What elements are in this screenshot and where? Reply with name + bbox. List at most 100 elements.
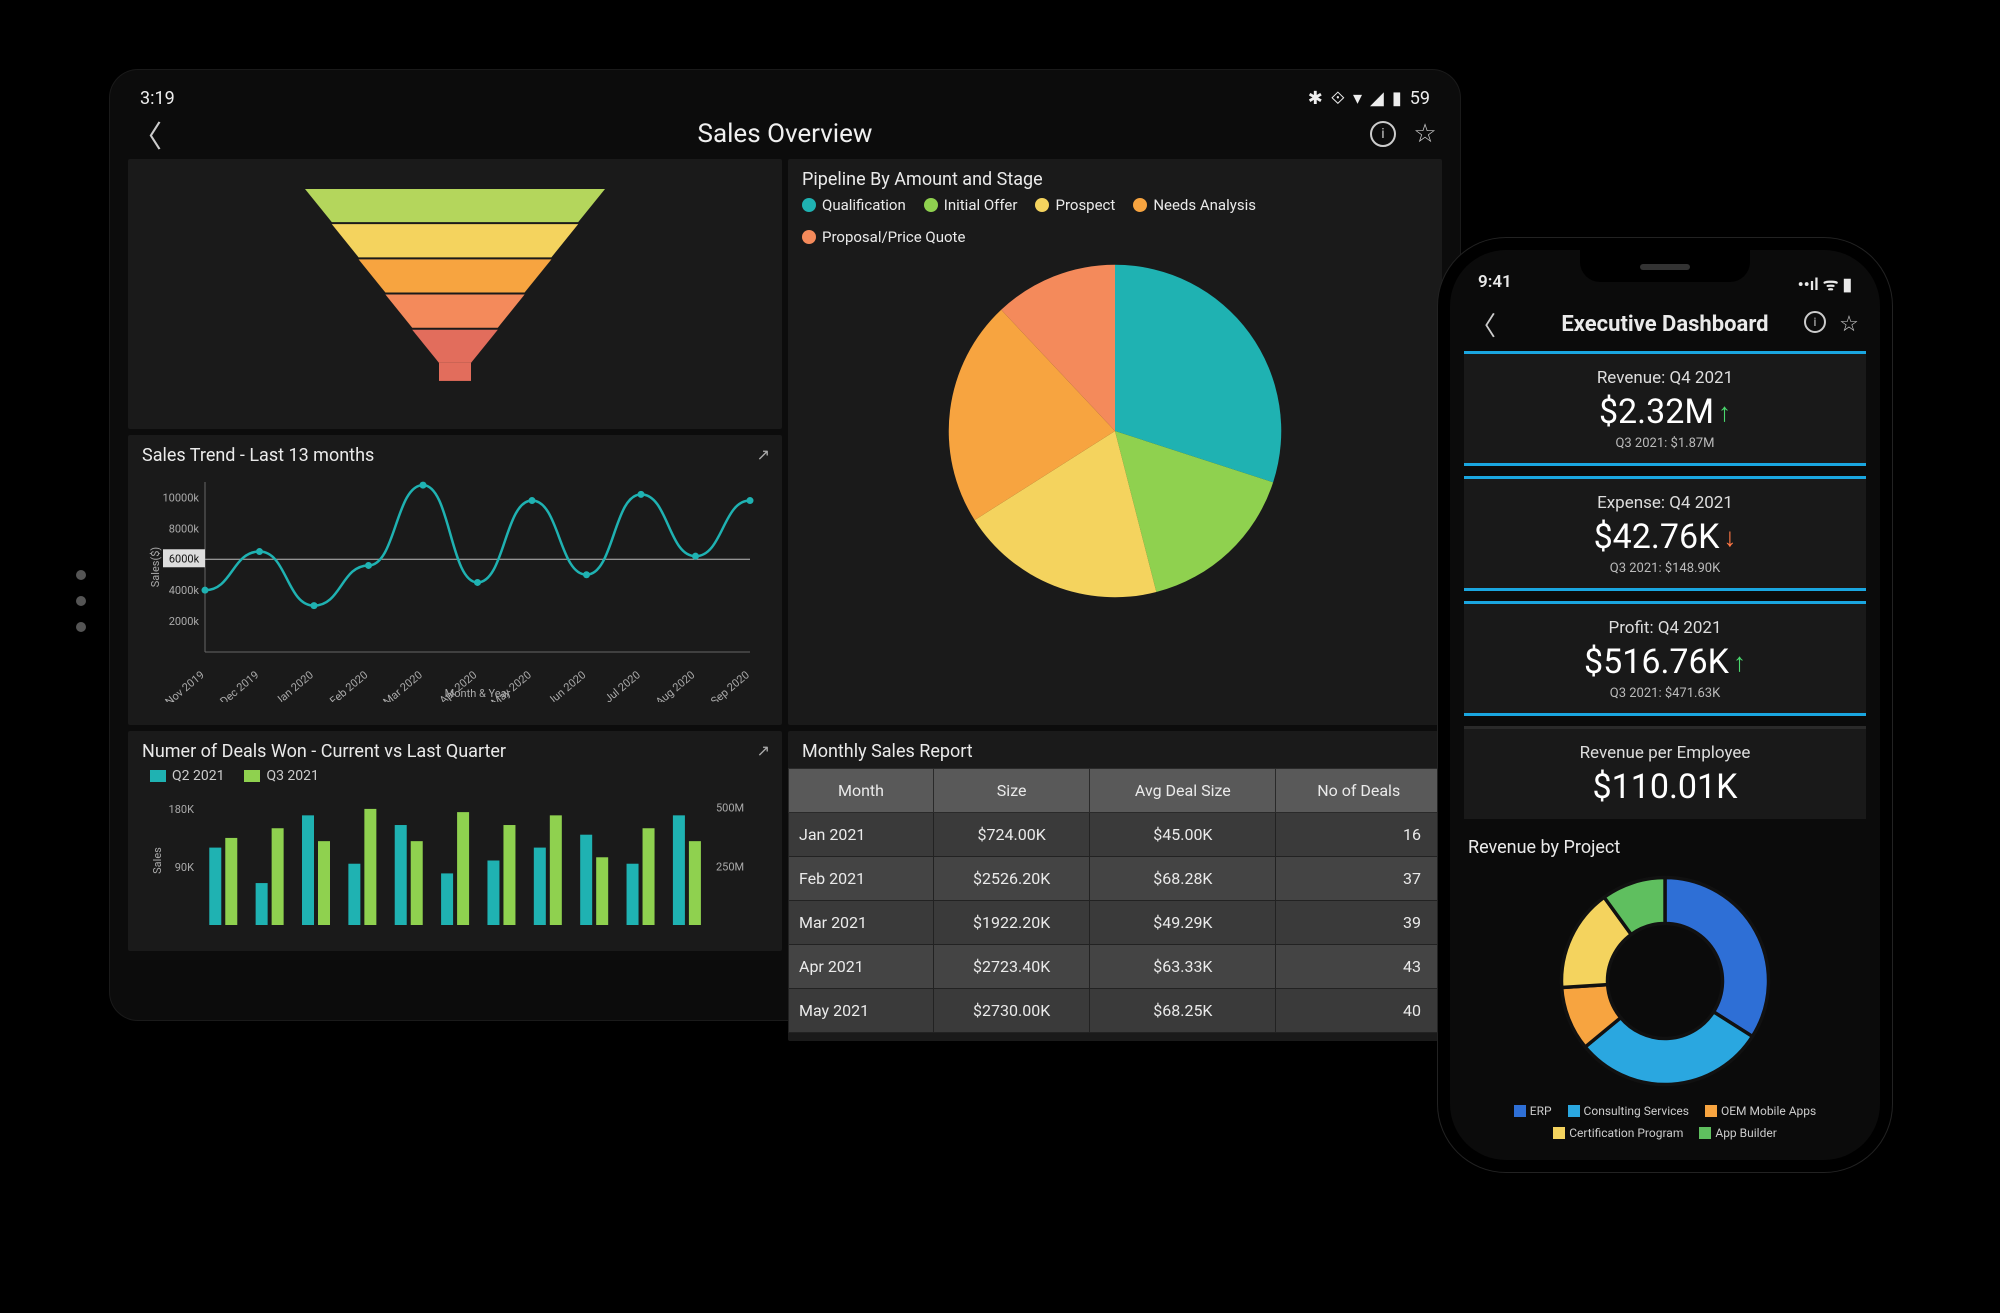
back-button[interactable]: 〈 bbox=[1470, 306, 1496, 343]
svg-text:10000k: 10000k bbox=[163, 491, 200, 504]
table-cell: Apr 2021 bbox=[789, 945, 934, 989]
vibrate-icon: ⟐ bbox=[1331, 88, 1345, 109]
svg-text:Sep 2020: Sep 2020 bbox=[708, 668, 752, 702]
legend-item: Consulting Services bbox=[1568, 1104, 1689, 1118]
svg-text:Sales: Sales bbox=[151, 847, 164, 874]
table-cell: $49.29K bbox=[1090, 901, 1276, 945]
back-button[interactable]: 〈 bbox=[132, 112, 162, 156]
phone-notch bbox=[1580, 250, 1750, 282]
svg-text:Jun 2020: Jun 2020 bbox=[545, 668, 588, 702]
legend-item: ERP bbox=[1514, 1104, 1552, 1118]
table-cell: Jan 2021 bbox=[789, 813, 934, 857]
tablet-app-header: 〈 Sales Overview i ☆ bbox=[128, 119, 1442, 149]
pipeline-pie-panel[interactable]: Pipeline By Amount and Stage Qualificati… bbox=[788, 159, 1442, 725]
kpi-card[interactable]: Profit: Q4 2021 $516.76K↑ Q3 2021: $471.… bbox=[1464, 601, 1866, 716]
legend-item: Initial Offer bbox=[924, 196, 1018, 214]
page-title: Sales Overview bbox=[698, 119, 873, 149]
table-row[interactable]: Feb 2021$2526.20K$68.28K37 bbox=[789, 857, 1442, 901]
svg-text:Nov 2019: Nov 2019 bbox=[163, 668, 207, 702]
monthly-sales-panel[interactable]: Monthly Sales Report MonthSizeAvg Deal S… bbox=[788, 731, 1442, 1041]
table-header: No of Deals bbox=[1276, 769, 1442, 813]
table-cell: $45.00K bbox=[1090, 813, 1276, 857]
table-row[interactable]: Mar 2021$1922.20K$49.29K39 bbox=[789, 901, 1442, 945]
battery-icon: ▮ bbox=[1392, 88, 1402, 109]
svg-text:Jul 2020: Jul 2020 bbox=[602, 668, 643, 702]
carousel-dots bbox=[76, 570, 86, 632]
svg-text:250M: 250M bbox=[716, 860, 744, 873]
funnel-chart-panel[interactable] bbox=[128, 159, 782, 429]
favorite-icon[interactable]: ☆ bbox=[1836, 311, 1862, 337]
table-cell: $2730.00K bbox=[933, 989, 1089, 1033]
kpi-value: $42.76K↓ bbox=[1474, 517, 1856, 557]
svg-text:Jan 2020: Jan 2020 bbox=[273, 668, 316, 702]
page-title: Executive Dashboard bbox=[1561, 312, 1768, 337]
svg-text:Aug 2020: Aug 2020 bbox=[653, 668, 697, 702]
sales-trend-chart: 2000k4000k6000k8000k10000k6000kSales($)N… bbox=[142, 472, 768, 702]
legend-q3: Q3 2021 bbox=[244, 768, 318, 784]
kpi-label: Profit: Q4 2021 bbox=[1474, 618, 1856, 638]
svg-text:Feb 2020: Feb 2020 bbox=[327, 668, 370, 702]
expand-icon[interactable]: ↗ bbox=[757, 741, 770, 760]
status-icons: ••ıl ᯤ ▮ bbox=[1798, 272, 1852, 295]
svg-text:180K: 180K bbox=[169, 803, 195, 816]
table-header: Month bbox=[789, 769, 934, 813]
wifi-icon: ▾ bbox=[1353, 88, 1362, 109]
table-cell: 39 bbox=[1276, 901, 1442, 945]
revenue-project-title: Revenue by Project bbox=[1468, 837, 1866, 858]
tablet-device: 3:19 ✱ ⟐ ▾ ◢ ▮ 59 〈 Sales Overview i ☆ S… bbox=[110, 70, 1460, 1020]
status-time: 3:19 bbox=[140, 88, 175, 109]
revenue-project-panel[interactable]: Revenue by Project ERP Consulting Service… bbox=[1464, 829, 1866, 1140]
table-cell: Mar 2021 bbox=[789, 901, 934, 945]
table-row[interactable]: May 2021$2730.00K$68.25K40 bbox=[789, 989, 1442, 1033]
svg-text:8000k: 8000k bbox=[169, 522, 200, 535]
kpi-sub: Q3 2021: $471.63K bbox=[1474, 686, 1856, 701]
svg-text:Dec 2019: Dec 2019 bbox=[218, 668, 262, 702]
battery-text: 59 bbox=[1410, 88, 1430, 109]
trend-up-icon: ↑ bbox=[1733, 647, 1746, 678]
table-cell: 40 bbox=[1276, 989, 1442, 1033]
expand-icon[interactable]: ↗ bbox=[757, 445, 770, 464]
table-cell: $63.33K bbox=[1090, 945, 1276, 989]
project-legend: ERPConsulting ServicesOEM Mobile AppsCer… bbox=[1464, 1104, 1866, 1140]
table-cell: $724.00K bbox=[933, 813, 1089, 857]
status-time: 9:41 bbox=[1478, 272, 1512, 295]
bar-legend: Q2 2021 Q3 2021 bbox=[150, 768, 768, 784]
legend-item: Certification Program bbox=[1553, 1126, 1683, 1140]
kpi-sub: Q3 2021: $148.90K bbox=[1474, 561, 1856, 576]
legend-q2: Q2 2021 bbox=[150, 768, 224, 784]
deals-bar-title: Numer of Deals Won - Current vs Last Qua… bbox=[142, 741, 768, 762]
table-cell: $2723.40K bbox=[933, 945, 1089, 989]
table-cell: Feb 2021 bbox=[789, 857, 934, 901]
deals-bar-chart: Sales90K180K250M500M bbox=[142, 790, 768, 940]
svg-text:4000k: 4000k bbox=[169, 584, 200, 597]
legend-item: Needs Analysis bbox=[1133, 196, 1256, 214]
info-icon[interactable]: i bbox=[1370, 121, 1396, 147]
kpi-card[interactable]: Revenue: Q4 2021 $2.32M↑ Q3 2021: $1.87M bbox=[1464, 351, 1866, 466]
deals-bar-panel[interactable]: Numer of Deals Won - Current vs Last Qua… bbox=[128, 731, 782, 951]
signal-icon: ◢ bbox=[1370, 88, 1384, 109]
bluetooth-icon: ✱ bbox=[1308, 88, 1323, 109]
trend-down-icon: ↓ bbox=[1723, 522, 1736, 553]
table-row[interactable]: Jan 2021$724.00K$45.00K16 bbox=[789, 813, 1442, 857]
info-icon[interactable]: i bbox=[1804, 311, 1826, 333]
kpi-card[interactable]: Expense: Q4 2021 $42.76K↓ Q3 2021: $148.… bbox=[1464, 476, 1866, 591]
tablet-status-bar: 3:19 ✱ ⟐ ▾ ◢ ▮ 59 bbox=[128, 84, 1442, 119]
pie-legend: QualificationInitial OfferProspectNeeds … bbox=[802, 196, 1428, 246]
kpi-label: Expense: Q4 2021 bbox=[1474, 493, 1856, 513]
phone-device: 9:41 ••ıl ᯤ ▮ 〈 Executive Dashboard i ☆ … bbox=[1450, 250, 1880, 1160]
svg-text:Sales($): Sales($) bbox=[149, 547, 162, 588]
legend-item: Prospect bbox=[1035, 196, 1115, 214]
kpi-value: $2.32M↑ bbox=[1474, 392, 1856, 432]
kpi-label: Revenue: Q4 2021 bbox=[1474, 368, 1856, 388]
kpi-value: $110.01K bbox=[1474, 767, 1856, 807]
table-cell: $68.28K bbox=[1090, 857, 1276, 901]
svg-text:Month & Year: Month & Year bbox=[445, 687, 511, 700]
kpi-label: Revenue per Employee bbox=[1474, 743, 1856, 763]
sales-trend-title: Sales Trend - Last 13 months bbox=[142, 445, 768, 466]
funnel-chart bbox=[275, 179, 635, 409]
sales-trend-panel[interactable]: Sales Trend - Last 13 months ↗ 2000k4000… bbox=[128, 435, 782, 725]
table-row[interactable]: Apr 2021$2723.40K$63.33K43 bbox=[789, 945, 1442, 989]
table-cell: 37 bbox=[1276, 857, 1442, 901]
kpi-card[interactable]: Revenue per Employee $110.01K bbox=[1464, 726, 1866, 819]
favorite-icon[interactable]: ☆ bbox=[1412, 121, 1438, 147]
